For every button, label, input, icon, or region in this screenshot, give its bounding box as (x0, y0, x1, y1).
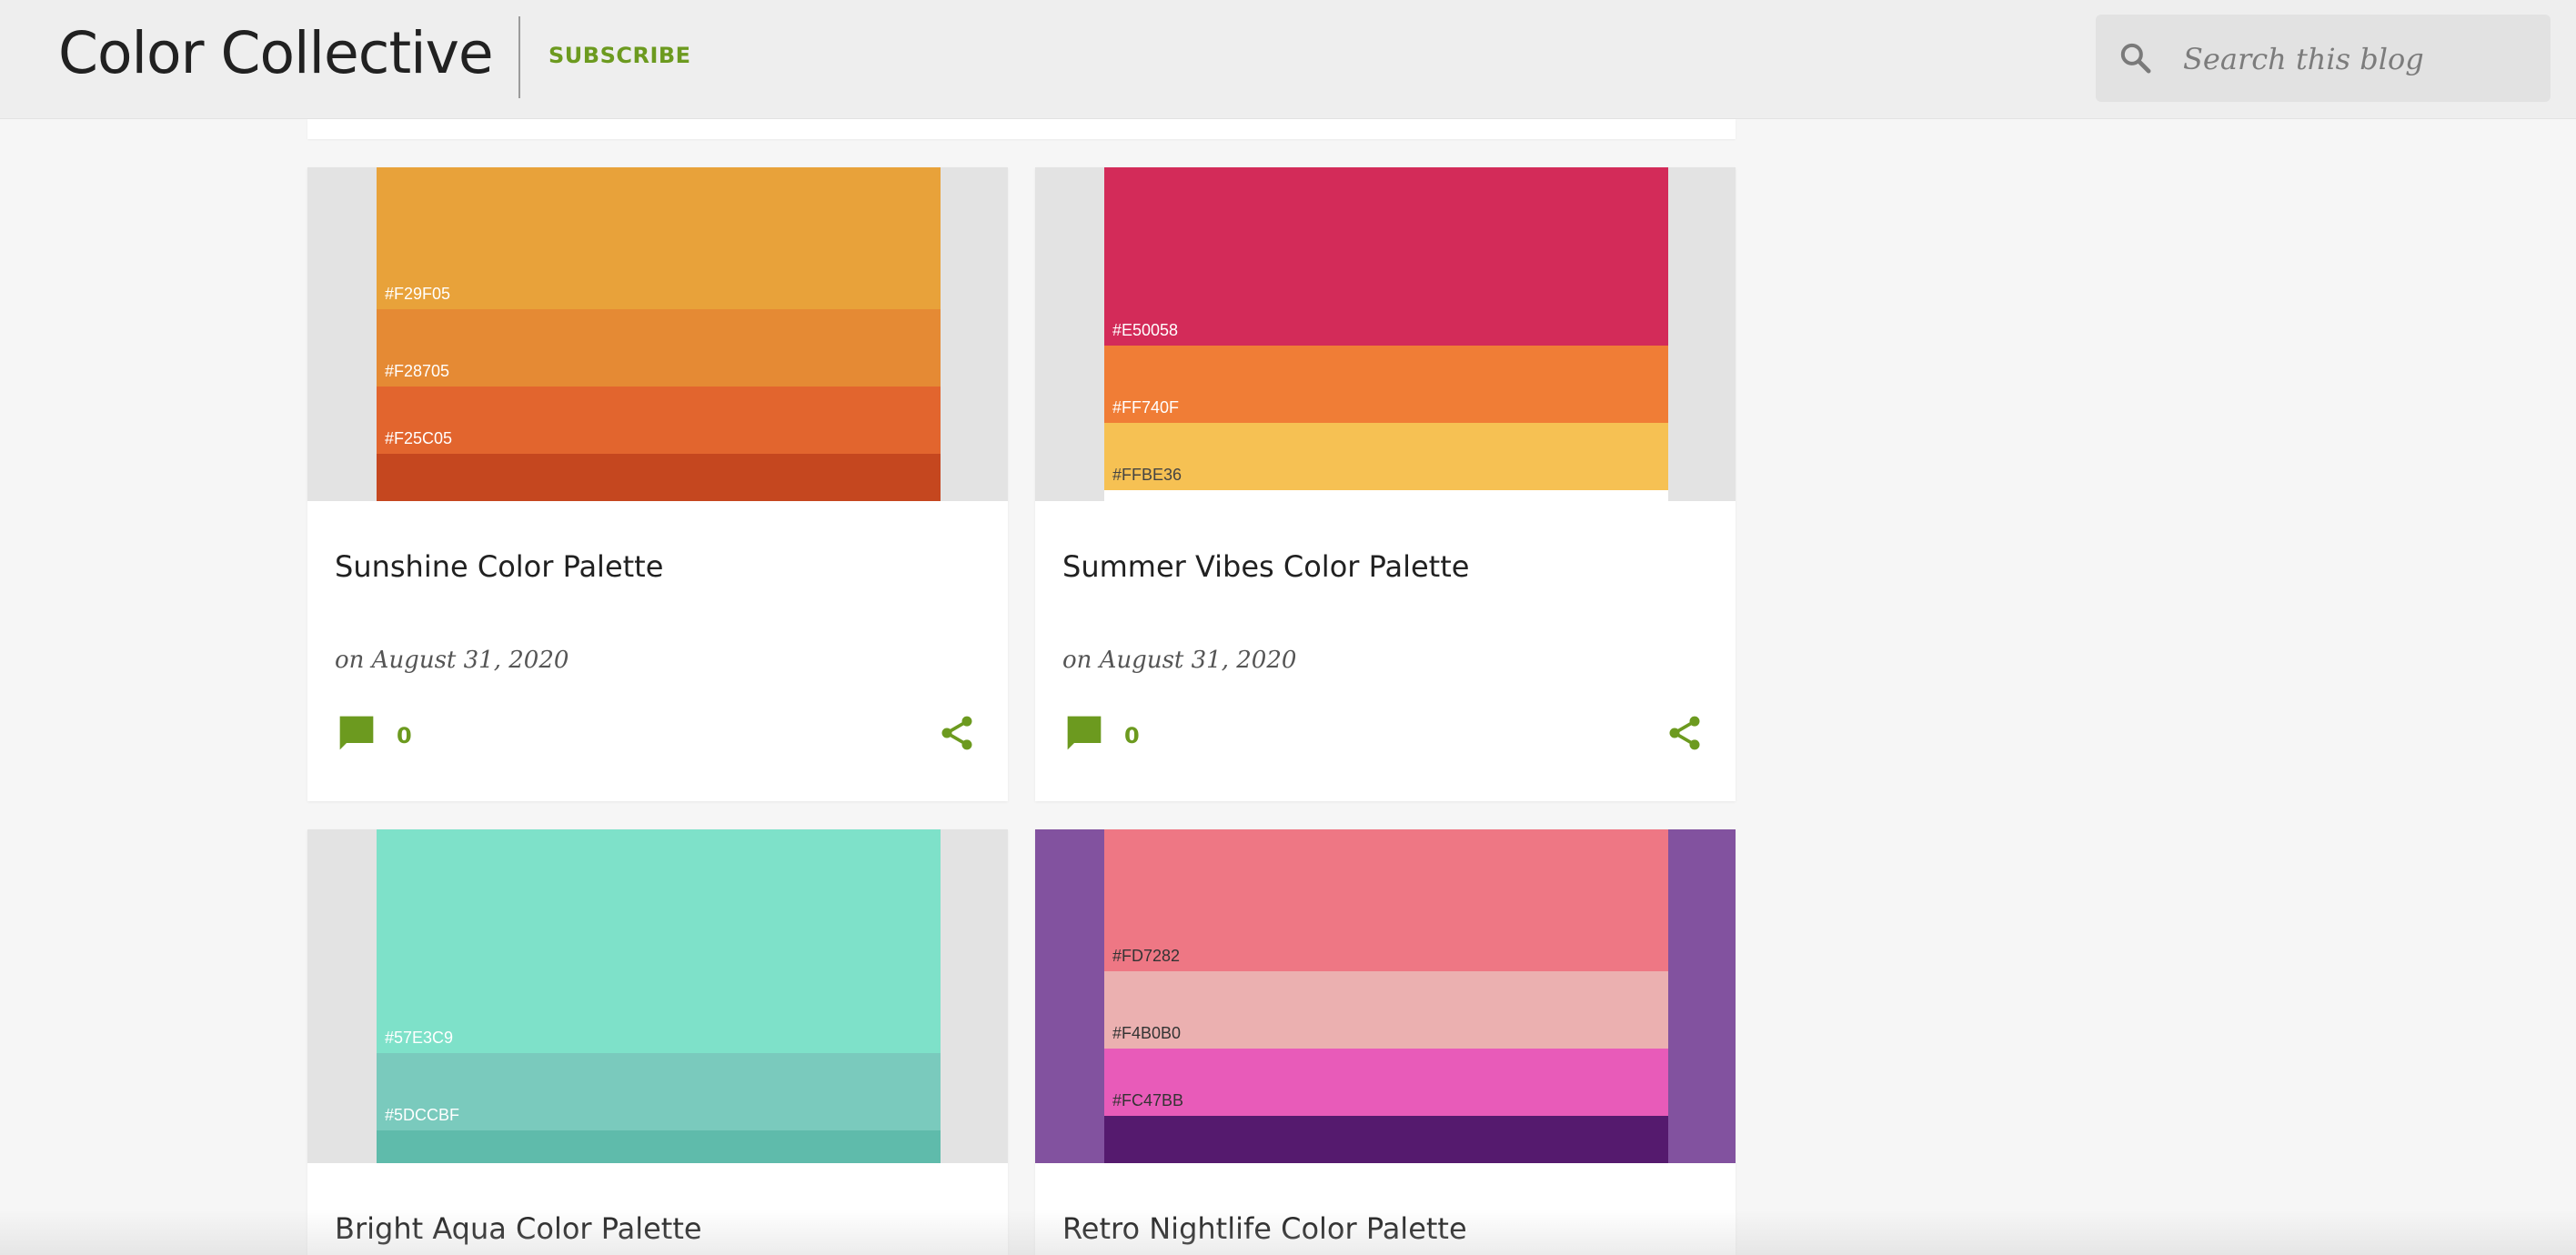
post-card: #57E3C9 #5DCCBF Bright Aqua Color Palett… (307, 829, 1008, 1255)
palette-swatches: #FD7282 #F4B0B0 #FC47BB (1104, 829, 1668, 1163)
hex-label: #F29F05 (385, 285, 451, 303)
search-input[interactable] (2181, 33, 2531, 85)
blog-header: Color Collective SUBSCRIBE (0, 0, 2576, 119)
color-band: #FD7282 (1104, 829, 1668, 971)
color-band: #F25C05 (377, 387, 941, 454)
color-band: #FF740F (1104, 346, 1668, 423)
hex-label: #FFBE36 (1112, 466, 1182, 484)
share-icon[interactable] (1665, 713, 1705, 753)
hex-label: #5DCCBF (385, 1106, 460, 1124)
hex-label: #F25C05 (385, 429, 453, 447)
color-band: #57E3C9 (377, 829, 941, 1053)
header-divider (518, 16, 520, 98)
post-title[interactable]: Retro Nightlife Color Palette (1062, 1211, 1467, 1246)
color-band (1104, 490, 1668, 501)
hex-label: #FD7282 (1112, 947, 1181, 965)
color-band (1104, 1116, 1668, 1163)
color-band: #E50058 (1104, 167, 1668, 346)
post-thumbnail[interactable]: #57E3C9 #5DCCBF (307, 829, 1008, 1163)
previous-post-card-edge (307, 119, 1736, 139)
post-thumbnail[interactable]: #F29F05 #F28705 #F25C05 (307, 167, 1008, 501)
color-band: #5DCCBF (377, 1053, 941, 1130)
comment-count[interactable]: 0 (397, 723, 412, 748)
post-card: #E50058 #FF740F #FFBE36 Summer Vibes Col… (1035, 167, 1736, 801)
comment-count[interactable]: 0 (1124, 723, 1140, 748)
post-thumbnail[interactable]: #FD7282 #F4B0B0 #FC47BB (1035, 829, 1736, 1163)
subscribe-button[interactable]: SUBSCRIBE (548, 43, 691, 68)
comment-icon[interactable] (337, 713, 377, 753)
post-date: on August 31, 2020 (335, 647, 569, 674)
post-title[interactable]: Sunshine Color Palette (335, 549, 663, 584)
hex-label: #F28705 (385, 362, 450, 380)
search-box[interactable] (2096, 15, 2551, 102)
post-date: on August 31, 2020 (1062, 647, 1297, 674)
post-card: #FD7282 #F4B0B0 #FC47BB Retro Nightlife … (1035, 829, 1736, 1255)
palette-swatches: #57E3C9 #5DCCBF (377, 829, 941, 1163)
blog-title[interactable]: Color Collective (58, 20, 494, 86)
color-band: #FFBE36 (1104, 423, 1668, 490)
hex-label: #FF740F (1112, 398, 1180, 417)
hex-label: #57E3C9 (385, 1029, 454, 1047)
post-card: #F29F05 #F28705 #F25C05 Sunshine Color P… (307, 167, 1008, 801)
color-band (377, 454, 941, 501)
hex-label: #FC47BB (1112, 1091, 1184, 1109)
color-band: #FC47BB (1104, 1049, 1668, 1116)
post-title[interactable]: Bright Aqua Color Palette (335, 1211, 702, 1246)
color-band: #F28705 (377, 309, 941, 387)
palette-swatches: #F29F05 #F28705 #F25C05 (377, 167, 941, 501)
color-band: #F29F05 (377, 167, 941, 309)
hex-label: #F4B0B0 (1112, 1024, 1182, 1042)
post-thumbnail[interactable]: #E50058 #FF740F #FFBE36 (1035, 167, 1736, 501)
color-band (377, 1130, 941, 1163)
color-band: #F4B0B0 (1104, 971, 1668, 1049)
comment-icon[interactable] (1064, 713, 1104, 753)
palette-swatches: #E50058 #FF740F #FFBE36 (1104, 167, 1668, 501)
search-icon[interactable] (2118, 40, 2154, 76)
hex-label: #E50058 (1112, 321, 1179, 339)
share-icon[interactable] (937, 713, 977, 753)
post-title[interactable]: Summer Vibes Color Palette (1062, 549, 1469, 584)
